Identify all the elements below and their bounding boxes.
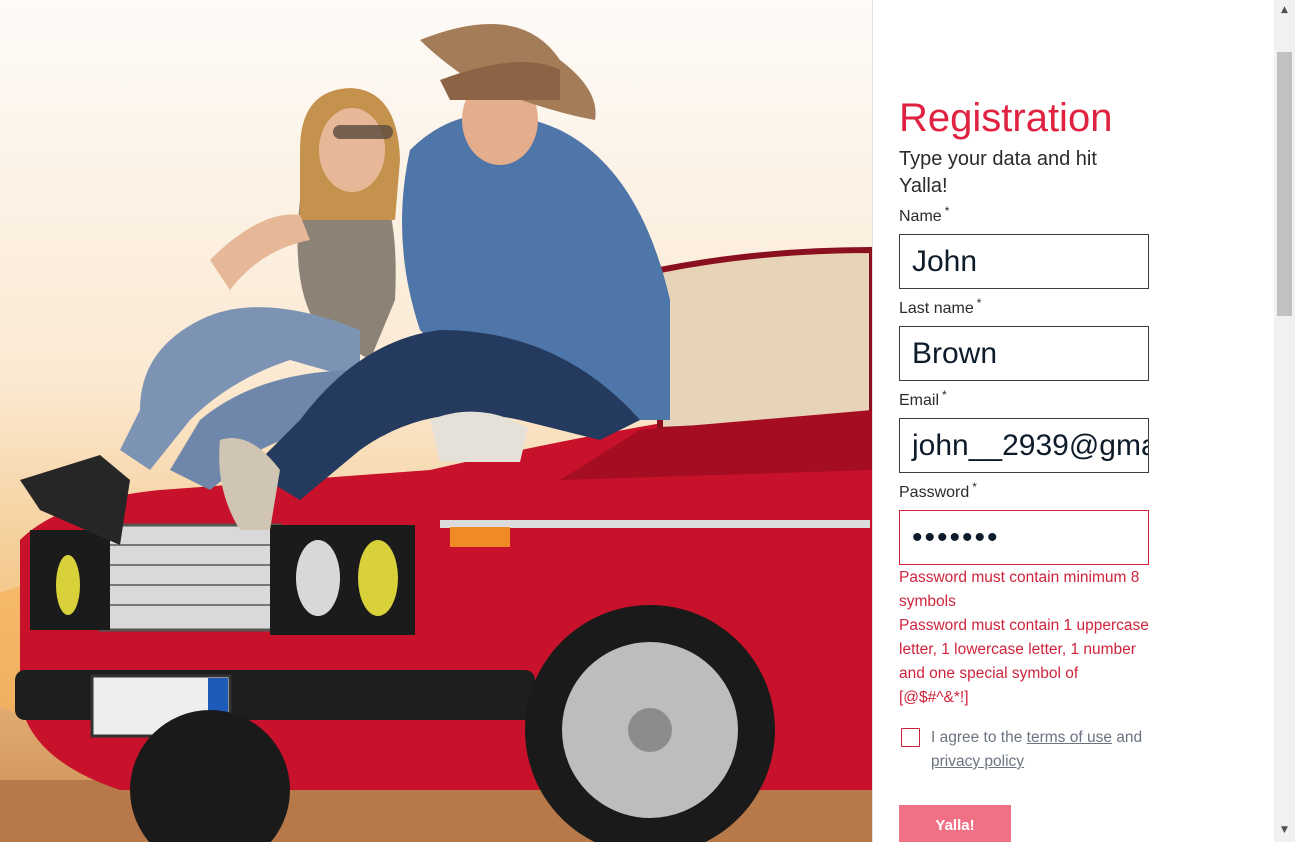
car-windshield xyxy=(657,246,872,434)
scrollbar[interactable]: ▲ ▼ xyxy=(1274,0,1295,842)
name-label-text: Name xyxy=(899,208,942,225)
form-title: Registration xyxy=(899,96,1113,140)
password-input[interactable]: ••••••• xyxy=(899,510,1149,565)
name-input[interactable]: John xyxy=(899,234,1149,289)
agree-prefix: I agree to the xyxy=(931,729,1023,746)
email-label: Email * xyxy=(899,388,947,410)
headlight-right xyxy=(358,540,398,616)
car-trim xyxy=(440,520,870,528)
couple-on-red-car-photo xyxy=(0,24,872,842)
registration-form: Registration Type your data and hit Yall… xyxy=(872,0,1274,842)
submit-button[interactable]: Yalla! xyxy=(899,805,1011,842)
agree-checkbox[interactable] xyxy=(901,728,920,747)
error-message: Password must contain 1 uppercase letter… xyxy=(899,617,1149,706)
required-mark: * xyxy=(976,296,982,310)
required-mark: * xyxy=(944,204,950,218)
error-message: Password must contain minimum 8 symbols xyxy=(899,569,1140,610)
last-name-label-text: Last name xyxy=(899,300,974,317)
scroll-down-icon[interactable]: ▼ xyxy=(1274,822,1295,839)
password-errors: Password must contain minimum 8 symbols … xyxy=(899,566,1151,710)
headlight-left xyxy=(296,540,340,616)
password-label: Password * xyxy=(899,480,977,502)
scroll-thumb[interactable] xyxy=(1277,52,1292,316)
hero-image xyxy=(0,0,872,842)
last-name-input[interactable]: Brown xyxy=(899,326,1149,381)
form-subtitle: Type your data and hit Yalla! xyxy=(899,148,1097,197)
required-mark: * xyxy=(972,480,977,494)
agree-middle: and xyxy=(1116,729,1143,746)
terms-link[interactable]: terms of use xyxy=(1027,729,1112,746)
email-input[interactable]: john__2939@gmail.com xyxy=(899,418,1149,473)
required-mark: * xyxy=(942,388,947,402)
privacy-link[interactable]: privacy policy xyxy=(931,753,1024,770)
password-label-text: Password xyxy=(899,484,970,501)
email-label-text: Email xyxy=(899,392,940,409)
woman-face xyxy=(319,108,385,192)
agree-text: I agree to the terms of use and privacy … xyxy=(931,726,1161,774)
car-indicator xyxy=(450,527,510,547)
scroll-up-icon[interactable]: ▲ xyxy=(1274,2,1295,19)
name-label: Name * xyxy=(899,204,949,226)
last-name-label: Last name * xyxy=(899,296,981,318)
car-grille xyxy=(98,523,282,632)
